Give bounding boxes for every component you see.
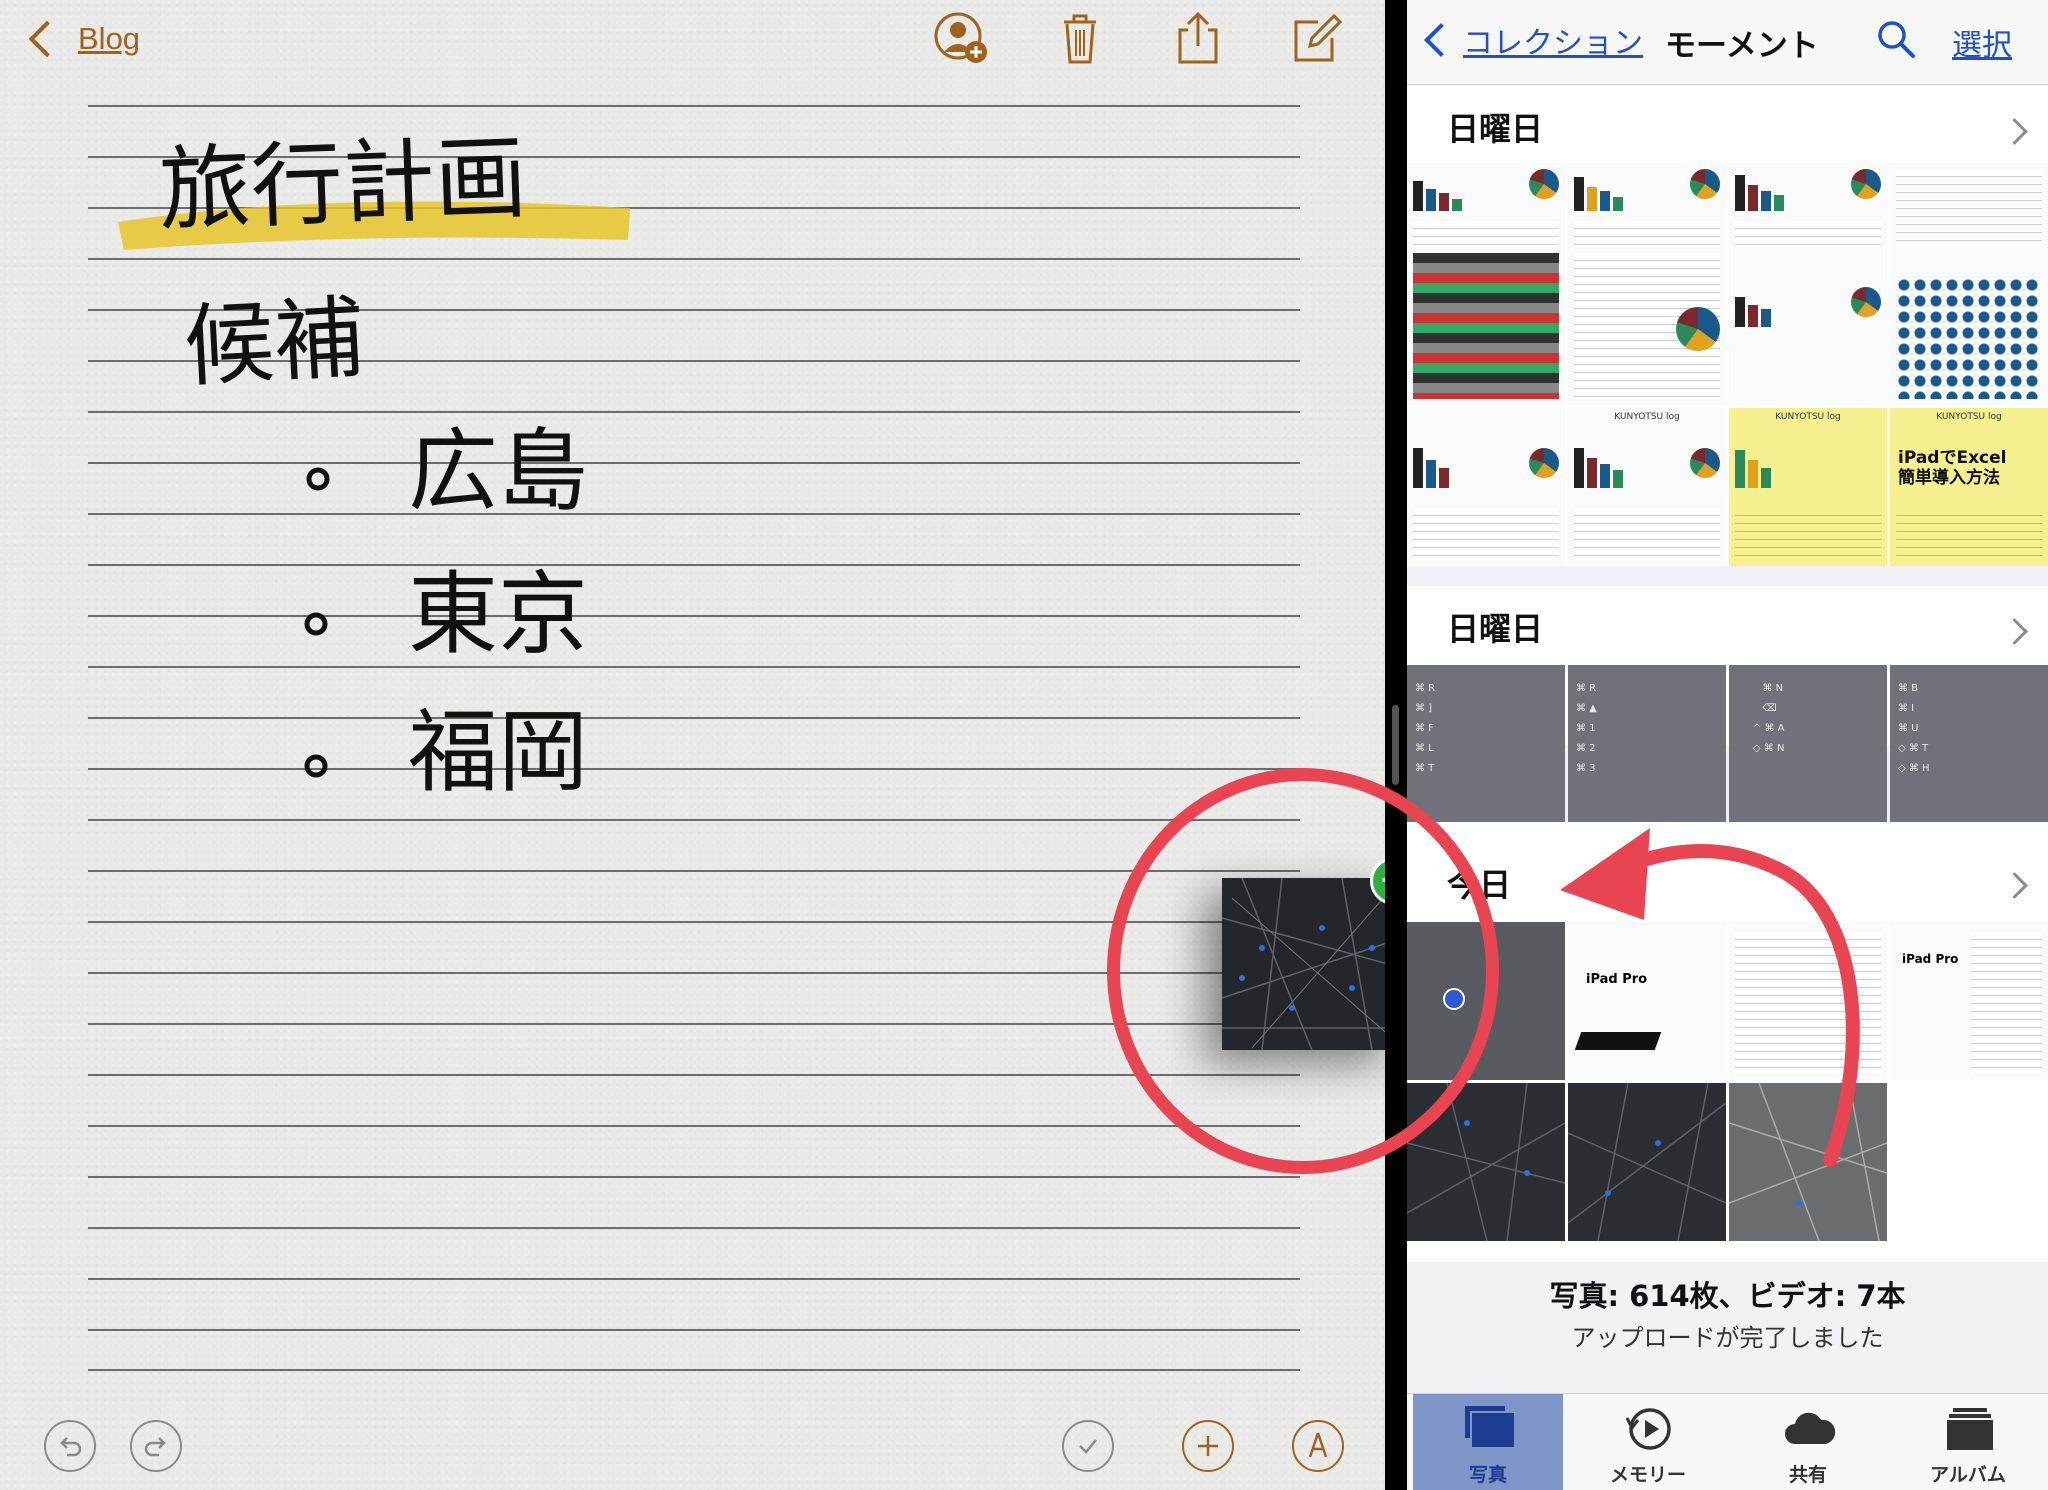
collections-label: コレクション xyxy=(1463,26,1643,61)
handwriting-canvas[interactable]: 旅行計画 候補 広島 東京 福岡 xyxy=(0,0,1385,1490)
section-title[interactable]: 日曜日 xyxy=(1447,104,1543,150)
photo-thumbnail[interactable] xyxy=(1407,247,1565,405)
nav-title: モーメント xyxy=(1665,28,1819,64)
photo-thumbnail[interactable] xyxy=(1407,408,1565,566)
tab-memories[interactable]: メモリー xyxy=(1573,1394,1723,1490)
checklist-icon[interactable] xyxy=(1062,1420,1114,1472)
chevron-right-icon[interactable] xyxy=(2001,618,2028,645)
memories-icon xyxy=(1625,1408,1671,1450)
chevron-right-icon[interactable] xyxy=(2001,118,2028,145)
photo-thumbnail[interactable]: KUNYOTSU log xyxy=(1729,408,1887,566)
add-icon[interactable] xyxy=(1182,1420,1234,1472)
annotation-arrow xyxy=(1560,828,1860,1167)
split-view-divider[interactable] xyxy=(1385,0,1407,1490)
section-title[interactable]: 今日 xyxy=(1447,860,1511,906)
bullet-dot xyxy=(304,612,328,636)
bullet-list: 広島 東京 福岡 xyxy=(304,419,588,805)
upload-status: アップロードが完了しました xyxy=(1571,1324,1884,1352)
bullet-dot xyxy=(304,754,328,778)
bullet-dot xyxy=(306,467,330,491)
photo-thumbnail[interactable] xyxy=(1729,247,1887,405)
shared-cloud-icon xyxy=(1785,1412,1836,1444)
note-title: 旅行計画 xyxy=(157,124,529,244)
photo-thumbnail[interactable] xyxy=(1890,247,2048,405)
dragged-photo[interactable] xyxy=(1222,878,1385,1050)
undo-icon[interactable] xyxy=(44,1420,96,1472)
tab-label: 写真 xyxy=(1468,1464,1507,1486)
select-button[interactable]: 選択 xyxy=(1952,20,2012,64)
photo-thumbnail[interactable]: KUNYOTSU log xyxy=(1568,408,1726,566)
tab-label: アルバム xyxy=(1930,1464,2006,1486)
list-item: 福岡 xyxy=(408,700,588,805)
chevron-right-icon[interactable] xyxy=(2001,872,2028,899)
list-item: 東京 xyxy=(408,562,588,667)
section-title[interactable]: 日曜日 xyxy=(1447,604,1543,650)
collections-back-button[interactable]: コレクション xyxy=(1421,18,1643,62)
notes-pane: Blog 旅行計画 候補 広島 東京 福岡 xyxy=(0,0,1385,1490)
photos-icon xyxy=(1465,1406,1516,1449)
photos-pane: コレクション モーメント 選択 日曜日 KUNYOTSU log KUNYOTS… xyxy=(1407,0,2048,1490)
tab-label: 共有 xyxy=(1788,1464,1827,1486)
redo-icon[interactable] xyxy=(130,1420,182,1472)
note-heading: 候補 xyxy=(182,286,367,400)
photo-thumbnail[interactable]: KUNYOTSU log iPadでExcel 簡単導入方法 xyxy=(1890,408,2048,566)
tab-bar: 写真 メモリー 共有 アルバム xyxy=(1407,1393,2048,1490)
divider-grip[interactable] xyxy=(1392,705,1399,785)
markup-icon[interactable] xyxy=(1292,1420,1344,1472)
list-item: 広島 xyxy=(408,419,588,524)
albums-icon xyxy=(1947,1408,1993,1450)
library-count: 写真: 614枚、ビデオ: 7本 xyxy=(1549,1279,1906,1313)
tab-photos[interactable]: 写真 xyxy=(1413,1394,1563,1490)
photo-thumbnail[interactable] xyxy=(1568,247,1726,405)
tab-albums[interactable]: アルバム xyxy=(1893,1394,2043,1490)
tab-shared[interactable]: 共有 xyxy=(1733,1394,1883,1490)
chevron-left-icon xyxy=(1424,23,1458,57)
tab-label: メモリー xyxy=(1609,1464,1686,1486)
photos-nav-bar: コレクション モーメント 選択 xyxy=(1407,0,2048,85)
search-icon[interactable] xyxy=(1875,18,1917,60)
